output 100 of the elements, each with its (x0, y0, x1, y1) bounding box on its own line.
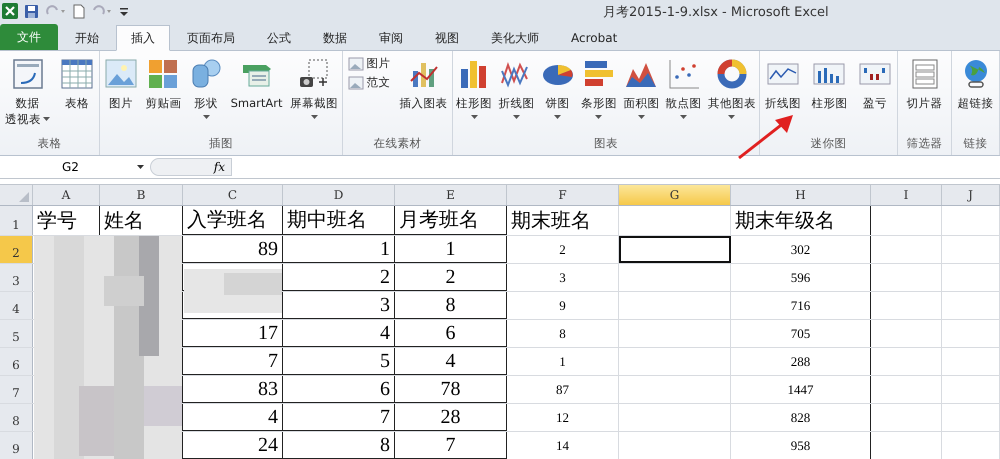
column-title: 学号 (33, 206, 100, 235)
column-header[interactable]: D (283, 185, 395, 205)
ribbon-button[interactable]: 条形图 (580, 55, 618, 121)
table-cell: 2 (507, 236, 619, 263)
row-header[interactable]: 1 (0, 206, 33, 235)
table-cell: 7 (283, 404, 395, 431)
active-cell[interactable] (619, 236, 731, 263)
column-header[interactable]: I (871, 185, 942, 205)
row-header[interactable]: 7 (0, 376, 33, 403)
row-header[interactable]: 5 (0, 320, 33, 347)
ribbon-button[interactable]: 图片 (102, 55, 139, 113)
table-cell: 83 (183, 376, 283, 403)
row-header[interactable]: 2 (0, 236, 33, 263)
ribbon-button[interactable]: 散点图 (664, 55, 703, 121)
table-cell: 6 (395, 320, 507, 347)
picture-icon (348, 76, 364, 90)
column-header[interactable]: A (33, 185, 100, 205)
table-cell: 716 (731, 292, 871, 319)
table-icon (60, 57, 94, 91)
ribbon-button[interactable]: 超链接 (956, 55, 994, 113)
ribbon-tab[interactable]: 公式 (252, 26, 306, 50)
scatter-icon (666, 57, 701, 91)
row-header[interactable]: 9 (0, 432, 33, 459)
table-cell: 1 (283, 236, 395, 263)
ribbon-tab[interactable]: 插入 (116, 25, 170, 51)
row-header[interactable]: 6 (0, 348, 33, 375)
annotation-arrow (737, 112, 795, 160)
ribbon-button[interactable]: 屏幕截图 (289, 55, 340, 121)
table-cell: 828 (731, 404, 871, 431)
column-title: 期末班名 (507, 206, 619, 235)
table-cell: 7 (183, 348, 283, 375)
row-header[interactable]: 4 (0, 292, 33, 319)
ribbon-tab[interactable]: 数据 (308, 26, 362, 50)
ribbon-tab[interactable]: 视图 (420, 26, 474, 50)
column-header[interactable]: J (942, 185, 1000, 205)
row-header[interactable]: 3 (0, 264, 33, 291)
ribbon-group-label: 表格 (36, 136, 62, 152)
table-cell: 7 (395, 432, 507, 459)
table-cell: 2 (395, 264, 507, 291)
column-header[interactable]: H (731, 185, 871, 205)
column-header[interactable]: C (183, 185, 283, 205)
ribbon-button[interactable]: 饼图 (540, 55, 576, 121)
table-cell: 4 (283, 320, 395, 347)
table-cell: 14 (507, 432, 619, 459)
ribbon-button[interactable]: SmartArt (230, 55, 284, 113)
ribbon-button[interactable]: 折线图 (497, 55, 536, 121)
ribbon-button[interactable]: 切片器 (906, 55, 944, 113)
ribbon-group-label: 链接 (962, 136, 988, 152)
column-title: 期末年级名 (731, 206, 871, 235)
ribbon-tab[interactable]: 开始 (60, 26, 114, 50)
ribbon-button[interactable]: 插入图表 (398, 55, 448, 113)
ribbon-tab[interactable]: 页面布局 (172, 26, 250, 50)
table-cell: 6 (283, 376, 395, 403)
insert-function-button[interactable]: fx (214, 160, 225, 174)
new-document-icon[interactable] (73, 4, 85, 18)
column-title: 期中班名 (283, 206, 395, 235)
table-cell: 1 (507, 348, 619, 375)
ribbon-button[interactable]: 剪贴画 (144, 55, 182, 113)
table-cell: 958 (731, 432, 871, 459)
column-title: 入学班名 (183, 206, 283, 235)
table-cell: 2 (283, 264, 395, 291)
ribbon-button[interactable]: 数据 透视表 (4, 55, 51, 129)
ribbon-button[interactable]: 形状 (188, 55, 224, 121)
row-header[interactable]: 8 (0, 404, 33, 431)
table-cell: 3 (507, 264, 619, 291)
table-cell: 302 (731, 236, 871, 263)
table-cell: 17 (183, 320, 283, 347)
ribbon-button[interactable]: 面积图 (622, 55, 660, 121)
table-cell: 3 (283, 292, 395, 319)
ribbon-tab[interactable]: 美化大师 (476, 26, 554, 50)
column-header[interactable]: G (619, 185, 731, 205)
table-cell: 1 (395, 236, 507, 263)
table-cell: 8 (283, 432, 395, 459)
table-cell: 87 (507, 376, 619, 403)
table-cell: 1447 (731, 376, 871, 403)
ribbon-button[interactable]: 柱形图 (455, 55, 494, 121)
ribbon-button[interactable]: 其他图表 (706, 55, 757, 121)
table-cell: 596 (731, 264, 871, 291)
table-cell: 8 (395, 292, 507, 319)
ribbon-small-button[interactable]: 范文 (346, 74, 392, 91)
table-cell: 28 (395, 404, 507, 431)
window-title: 月考2015-1-9.xlsx - Microsoft Excel (603, 4, 829, 21)
ribbon-tab[interactable]: 审阅 (364, 26, 418, 50)
table-cell: 4 (395, 348, 507, 375)
table-cell: 4 (183, 404, 283, 431)
ribbon-button[interactable]: 盈亏 (856, 55, 893, 113)
column-header[interactable]: B (100, 185, 183, 205)
name-box[interactable]: G2 (0, 160, 150, 174)
table-cell: 5 (283, 348, 395, 375)
donut-icon (714, 57, 749, 91)
ribbon-button[interactable]: 柱形图 (810, 55, 848, 113)
column-header[interactable]: E (395, 185, 507, 205)
save-icon[interactable] (24, 4, 39, 18)
ribbon-button[interactable]: 折线图 (764, 55, 802, 113)
ribbon-group-label: 插图 (208, 136, 234, 152)
ribbon-tab[interactable]: Acrobat (556, 26, 632, 50)
ribbon-button[interactable]: 表格 (59, 55, 95, 113)
ribbon-group-label: 在线素材 (372, 136, 422, 152)
file-tab[interactable]: 文件 (0, 24, 58, 50)
ribbon-small-button[interactable]: 图片 (346, 55, 392, 72)
